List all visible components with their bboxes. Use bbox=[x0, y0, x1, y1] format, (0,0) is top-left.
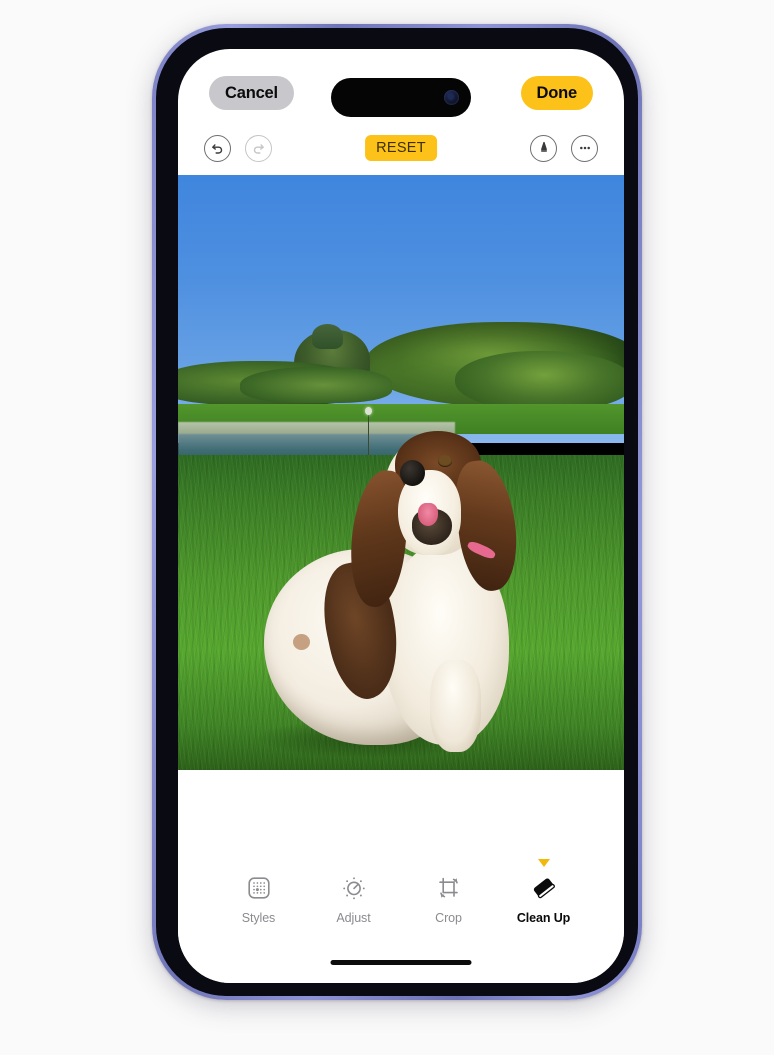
editor-tool-tabs: Styles Adjust Crop Clean Up bbox=[178, 859, 624, 925]
more-options-button[interactable] bbox=[571, 134, 598, 162]
tool-adjust-label: Adjust bbox=[336, 911, 371, 925]
tool-clean-up-label: Clean Up bbox=[516, 911, 571, 925]
cancel-button[interactable]: Cancel bbox=[209, 76, 294, 110]
dog-tongue bbox=[418, 502, 439, 526]
phone-device-frame: Cancel Done RESET Styles Adjust Crop Cle… bbox=[152, 24, 642, 1000]
eraser-icon bbox=[529, 873, 559, 903]
undo-button[interactable] bbox=[204, 134, 231, 162]
done-button[interactable]: Done bbox=[520, 76, 593, 110]
redo-icon bbox=[251, 141, 266, 156]
edited-photo bbox=[178, 175, 624, 770]
photo-tree-large-secondary bbox=[454, 350, 624, 412]
home-indicator[interactable] bbox=[330, 960, 472, 965]
tool-crop-label: Crop bbox=[435, 911, 462, 925]
editor-action-bar: RESET bbox=[178, 124, 624, 172]
tool-adjust[interactable]: Adjust bbox=[325, 873, 383, 925]
dog-front-leg bbox=[429, 659, 481, 752]
more-ellipsis-icon bbox=[577, 140, 593, 156]
photo-dog bbox=[258, 430, 543, 759]
phone-bezel: Cancel Done RESET Styles Adjust Crop Cle… bbox=[156, 28, 638, 996]
editor-top-bar: Cancel Done bbox=[178, 71, 624, 115]
crop-rotate-icon bbox=[435, 873, 463, 903]
markup-pen-icon bbox=[536, 140, 552, 156]
reset-container: RESET bbox=[365, 135, 437, 161]
photo-canvas[interactable] bbox=[178, 175, 624, 770]
tool-styles-label: Styles bbox=[241, 911, 276, 925]
dog-fur-spot bbox=[292, 633, 310, 651]
active-tool-caret-icon bbox=[537, 859, 550, 867]
markup-more-group bbox=[530, 134, 598, 162]
undo-redo-group bbox=[204, 134, 272, 162]
styles-grid-icon bbox=[246, 873, 272, 903]
adjust-dial-icon bbox=[340, 873, 368, 903]
tool-crop[interactable]: Crop bbox=[420, 873, 478, 925]
tool-styles[interactable]: Styles bbox=[230, 873, 288, 925]
reset-button[interactable]: RESET bbox=[365, 135, 437, 161]
photo-pine-crown bbox=[311, 324, 344, 349]
undo-icon bbox=[210, 141, 225, 156]
phone-screen: Cancel Done RESET Styles Adjust Crop Cle… bbox=[178, 49, 624, 983]
tool-clean-up[interactable]: Clean Up bbox=[515, 859, 573, 925]
photo-background-trees-2 bbox=[240, 366, 393, 404]
redo-button[interactable] bbox=[245, 134, 272, 162]
screenshot-stage: Cancel Done RESET Styles Adjust Crop Cle… bbox=[0, 0, 774, 1055]
dog-eye bbox=[438, 455, 453, 467]
markup-button[interactable] bbox=[530, 134, 557, 162]
